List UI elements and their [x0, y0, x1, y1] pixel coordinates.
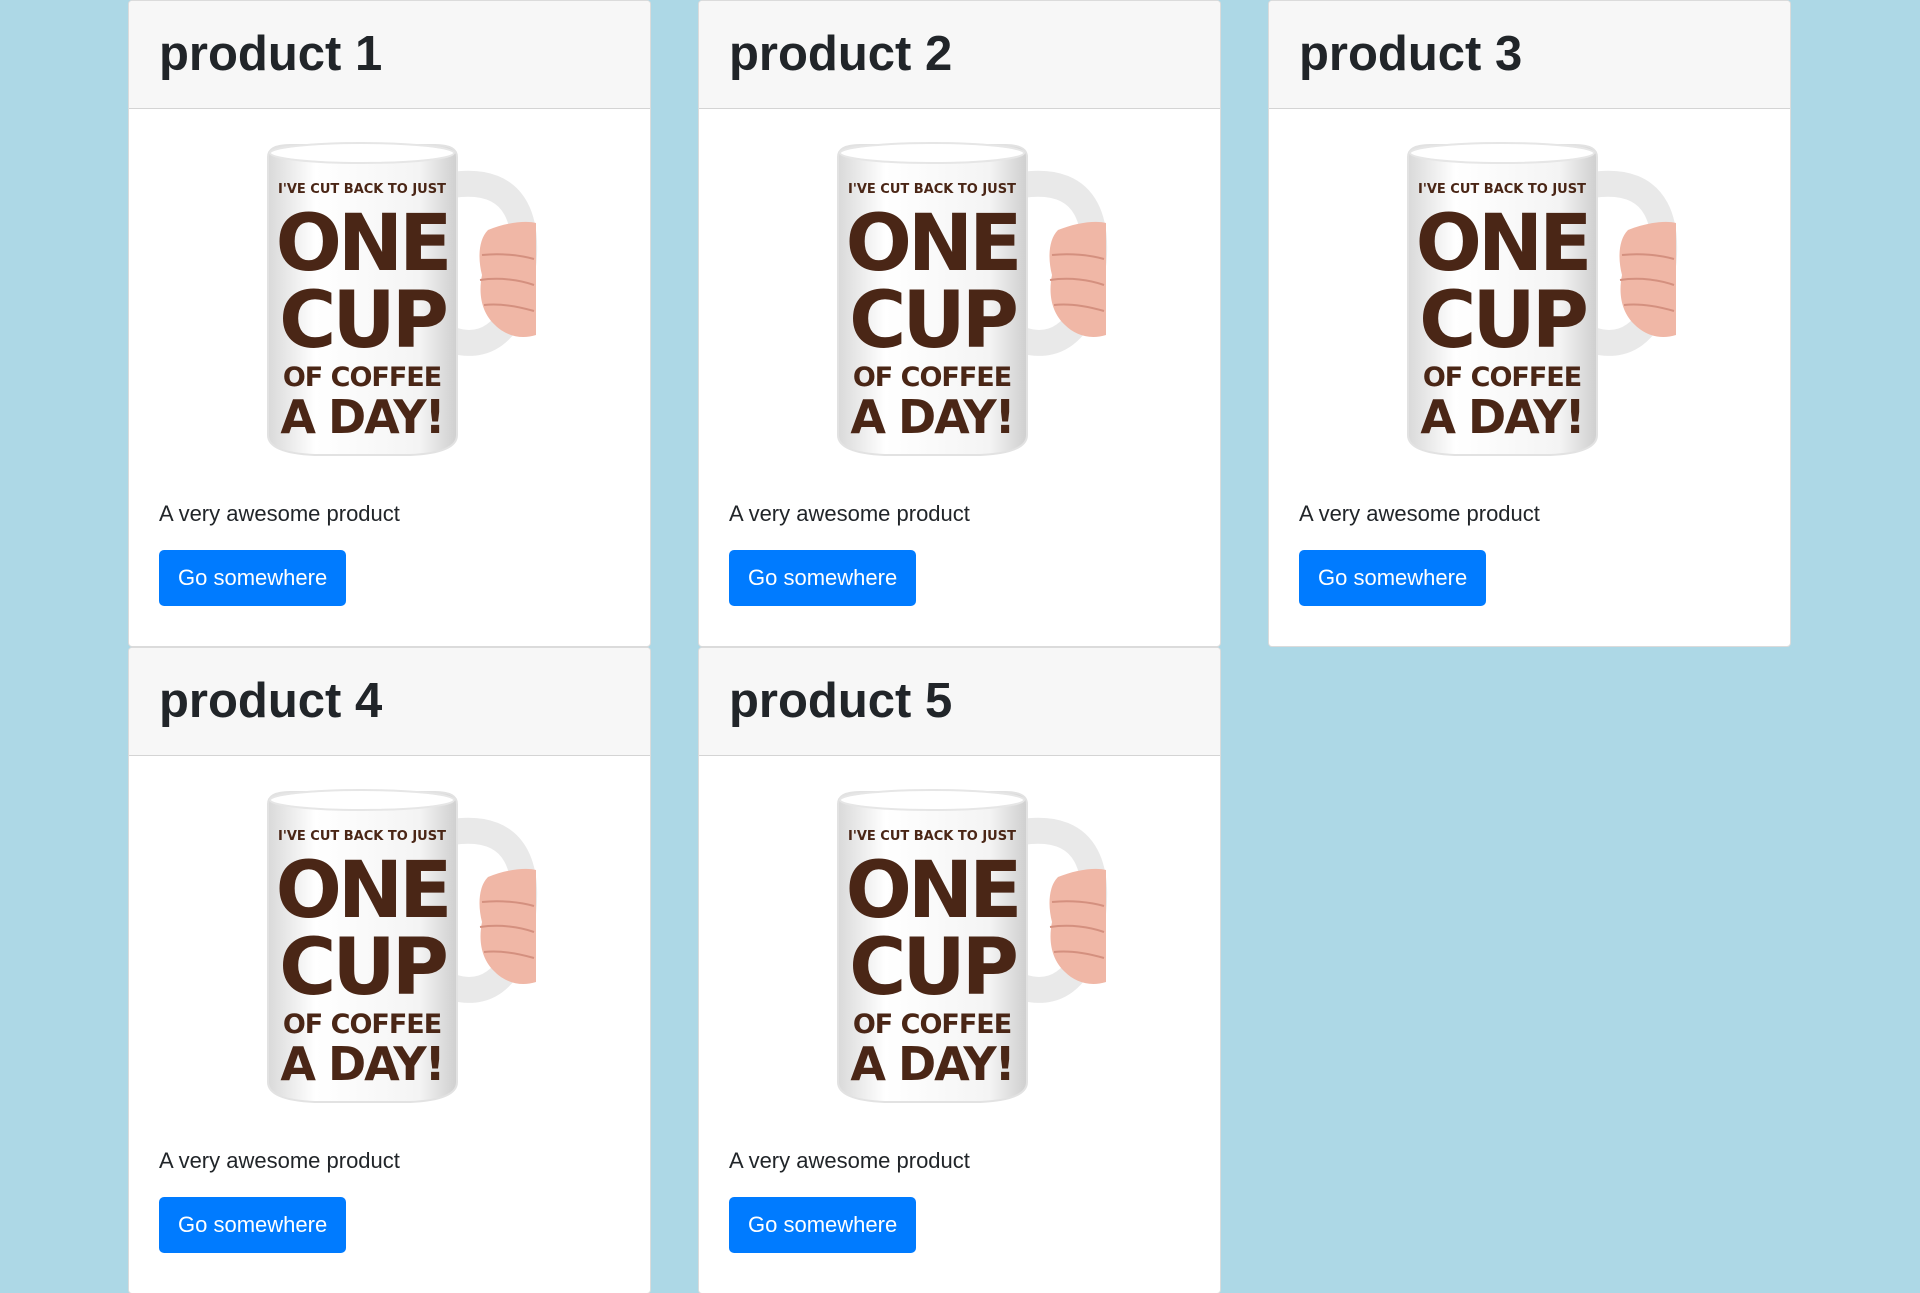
mug-text-coffee: OF COFFEE	[852, 1009, 1010, 1040]
product-card: product 3 I'VE CUT BACK TO JUST ONE CUP OF …	[1268, 0, 1791, 647]
card-title: product 1	[159, 27, 383, 81]
mug-text-cup: CUP	[849, 923, 1016, 1013]
go-somewhere-button[interactable]: Go somewhere	[729, 549, 917, 606]
mug-image: I'VE CUT BACK TO JUSTONECUPOF COFFEEA DA…	[836, 142, 1107, 456]
mug-text-coffee: OF COFFEE	[282, 1009, 440, 1040]
card-header: product 2	[699, 1, 1220, 109]
mug-text-day: A DAY!	[1420, 390, 1583, 444]
mug-text-top: I'VE CUT BACK TO JUST	[278, 829, 446, 844]
mug-rim	[268, 142, 455, 164]
product-image: I'VE CUT BACK TO JUST ONE CUP OF COFFEE A DA…	[1299, 135, 1760, 475]
mug-image: I'VE CUT BACK TO JUSTONECUPOF COFFEEA DA…	[266, 789, 537, 1103]
mug-rim	[838, 142, 1025, 164]
product-card: product 4 I'VE CUT BACK TO JUST ONE CUP OF …	[128, 647, 651, 1293]
product-card: product 2 I'VE CUT BACK TO JUST ONE CUP OF …	[698, 0, 1221, 647]
product-image: I'VE CUT BACK TO JUST ONE CUP OF COFFEE A DA…	[729, 782, 1190, 1122]
card-description: A very awesome product	[159, 1148, 400, 1173]
mug-rim	[838, 789, 1025, 811]
card-header: product 5	[699, 648, 1220, 756]
mug-text-coffee: OF COFFEE	[1422, 362, 1580, 393]
mug-rim	[268, 789, 455, 811]
page: product 1 I'VE CUT BACK TO JUST ONE CUP OF …	[0, 0, 1920, 1293]
mug-text-cup: CUP	[279, 923, 446, 1013]
card-description: A very awesome product	[729, 501, 970, 526]
mug-text-cup: CUP	[279, 276, 446, 366]
mug-image: I'VE CUT BACK TO JUSTONECUPOF COFFEEA DA…	[836, 789, 1107, 1103]
mug-text-day: A DAY!	[280, 390, 443, 444]
product-grid: product 1 I'VE CUT BACK TO JUST ONE CUP OF …	[128, 0, 1791, 1293]
go-somewhere-button[interactable]: Go somewhere	[729, 1196, 917, 1253]
mug-image: I'VE CUT BACK TO JUSTONECUPOF COFFEEA DA…	[1406, 142, 1677, 456]
go-somewhere-button[interactable]: Go somewhere	[159, 1196, 347, 1253]
mug-text-top: I'VE CUT BACK TO JUST	[1418, 182, 1586, 197]
mug-text-top: I'VE CUT BACK TO JUST	[848, 182, 1016, 197]
mug-text-day: A DAY!	[850, 1037, 1013, 1091]
go-somewhere-button[interactable]: Go somewhere	[1299, 549, 1487, 606]
mug-image: I'VE CUT BACK TO JUSTONECUPOF COFFEEA DA…	[266, 142, 537, 456]
product-image: I'VE CUT BACK TO JUST ONE CUP OF COFFEE A DA…	[159, 135, 620, 475]
card-title: product 3	[1299, 27, 1523, 81]
mug-text-cup: CUP	[1419, 276, 1586, 366]
product-image: I'VE CUT BACK TO JUST ONE CUP OF COFFEE A DA…	[729, 135, 1190, 475]
card-header: product 1	[129, 1, 650, 109]
card-body: I'VE CUT BACK TO JUST ONE CUP OF COFFEE A DA…	[699, 756, 1220, 1253]
product-card: product 5 I'VE CUT BACK TO JUST ONE CUP OF …	[698, 647, 1221, 1293]
mug-text-top: I'VE CUT BACK TO JUST	[278, 182, 446, 197]
mug-text-day: A DAY!	[280, 1037, 443, 1091]
card-title: product 4	[159, 674, 383, 728]
card-description: A very awesome product	[159, 501, 400, 526]
card-header: product 3	[1269, 1, 1790, 109]
card-body: I'VE CUT BACK TO JUST ONE CUP OF COFFEE A DA…	[129, 109, 650, 606]
card-title: product 2	[729, 27, 953, 81]
card-header: product 4	[129, 648, 650, 756]
go-somewhere-button[interactable]: Go somewhere	[159, 549, 347, 606]
card-body: I'VE CUT BACK TO JUST ONE CUP OF COFFEE A DA…	[129, 756, 650, 1253]
card-body: I'VE CUT BACK TO JUST ONE CUP OF COFFEE A DA…	[699, 109, 1220, 606]
mug-text-coffee: OF COFFEE	[852, 362, 1010, 393]
card-title: product 5	[729, 674, 953, 728]
mug-text-cup: CUP	[849, 276, 1016, 366]
card-description: A very awesome product	[729, 1148, 970, 1173]
product-image: I'VE CUT BACK TO JUST ONE CUP OF COFFEE A DA…	[159, 782, 620, 1122]
product-card: product 1 I'VE CUT BACK TO JUST ONE CUP OF …	[128, 0, 651, 647]
mug-text-coffee: OF COFFEE	[282, 362, 440, 393]
card-body: I'VE CUT BACK TO JUST ONE CUP OF COFFEE A DA…	[1269, 109, 1790, 606]
mug-rim	[1408, 142, 1595, 164]
mug-text-top: I'VE CUT BACK TO JUST	[848, 829, 1016, 844]
mug-text-day: A DAY!	[850, 390, 1013, 444]
card-description: A very awesome product	[1299, 501, 1540, 526]
